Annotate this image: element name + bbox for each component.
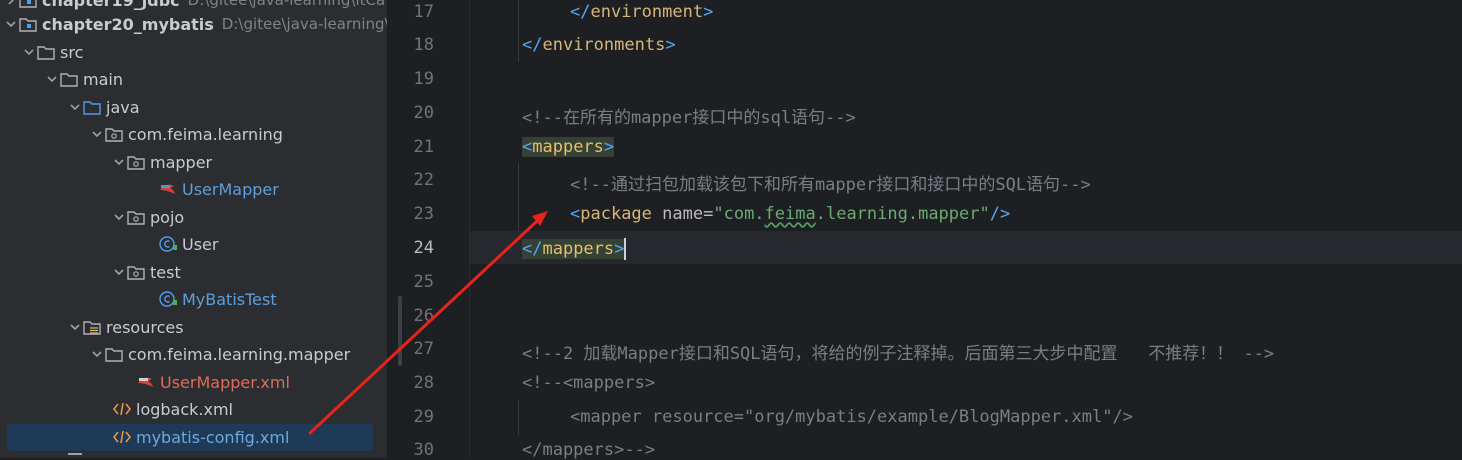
annotation-arrow [308,211,548,435]
